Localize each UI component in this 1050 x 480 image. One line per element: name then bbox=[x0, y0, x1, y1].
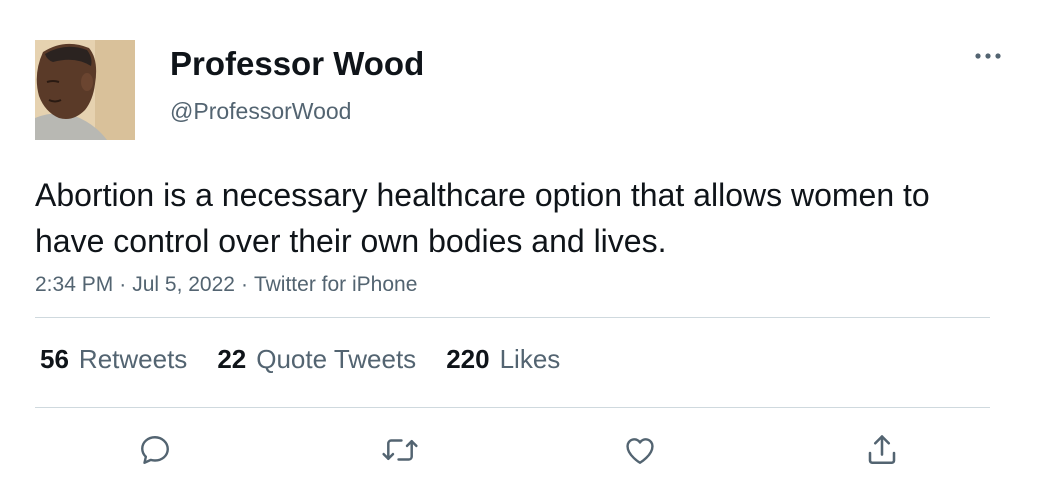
retweets-label: Retweets bbox=[78, 344, 188, 374]
quote-tweets-count: 22 bbox=[217, 344, 247, 374]
user-handle[interactable]: @ProfessorWood bbox=[170, 95, 351, 127]
share-button[interactable] bbox=[862, 430, 902, 470]
engagement-stats: 56 Retweets 22 Quote Tweets 220 Likes bbox=[40, 342, 590, 376]
tweet-meta: 2:34 PM · Jul 5, 2022 · Twitter for iPhone bbox=[35, 270, 417, 300]
divider bbox=[35, 317, 990, 318]
divider bbox=[35, 407, 990, 408]
tweet-source[interactable]: Twitter for iPhone bbox=[254, 273, 417, 296]
meta-separator: · bbox=[240, 273, 248, 296]
retweets-count: 56 bbox=[40, 344, 69, 374]
avatar[interactable] bbox=[35, 40, 135, 140]
like-button[interactable] bbox=[620, 430, 660, 470]
more-options-button[interactable] bbox=[968, 44, 1008, 68]
quote-tweets-label: Quote Tweets bbox=[256, 344, 417, 374]
meta-separator: · bbox=[119, 273, 127, 296]
display-name[interactable]: Professor Wood bbox=[170, 42, 424, 86]
quote-tweets-stat[interactable]: 22 Quote Tweets bbox=[217, 342, 416, 376]
retweet-button[interactable] bbox=[380, 430, 420, 470]
retweets-stat[interactable]: 56 Retweets bbox=[40, 342, 187, 376]
reply-button[interactable] bbox=[135, 430, 175, 470]
more-horizontal-icon bbox=[975, 53, 1001, 59]
tweet-text: Abortion is a necessary healthcare optio… bbox=[35, 177, 930, 259]
likes-label: Likes bbox=[499, 344, 561, 374]
avatar-image bbox=[35, 40, 135, 140]
tweet-card: Professor Wood @ProfessorWood Abortion i… bbox=[0, 0, 1050, 480]
tweet-date[interactable]: Jul 5, 2022 bbox=[132, 273, 235, 296]
reply-icon bbox=[141, 436, 169, 464]
heart-icon bbox=[626, 438, 654, 464]
likes-count: 220 bbox=[446, 344, 490, 374]
likes-stat[interactable]: 220 Likes bbox=[446, 342, 560, 376]
retweet-icon bbox=[382, 439, 418, 461]
share-icon bbox=[868, 435, 896, 465]
tweet-time[interactable]: 2:34 PM bbox=[35, 273, 113, 296]
